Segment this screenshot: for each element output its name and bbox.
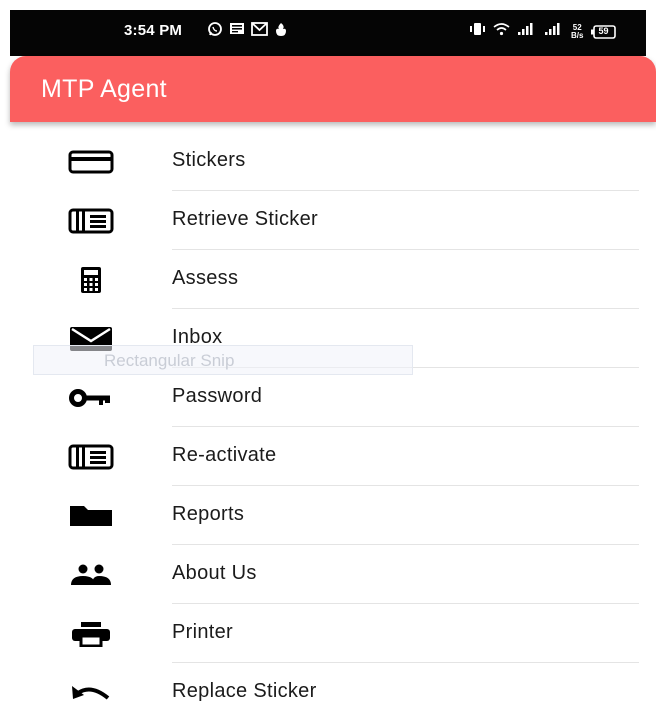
printer-icon [65, 619, 117, 649]
key-icon [65, 383, 117, 413]
menu-item-label: Password [172, 385, 263, 407]
menu-item-label: Reports [172, 503, 245, 525]
app-bar: MTP Agent [10, 56, 656, 122]
signal-1-icon [517, 22, 537, 41]
undo-icon [65, 678, 117, 708]
menu-item-label: Stickers [172, 149, 246, 171]
rectangular-snip-overlay: Rectangular Snip [33, 345, 413, 375]
message-icon [229, 22, 245, 41]
gmail-icon [251, 22, 268, 41]
menu-item-label: Assess [172, 267, 239, 289]
app-title: MTP Agent [41, 75, 167, 103]
speed-unit: B/s [571, 30, 584, 40]
chrome-reader-icon [65, 206, 117, 236]
signal-2-icon [544, 22, 564, 41]
menu-item-password[interactable]: Password [0, 368, 656, 427]
status-notification-icons [207, 21, 288, 42]
folder-icon [65, 501, 117, 531]
wifi-icon [493, 22, 510, 41]
battery-level: 59 [598, 25, 609, 36]
menu-item-printer[interactable]: Printer [0, 604, 656, 663]
menu-item-label: About Us [172, 562, 257, 584]
status-system-icons: 52 B/s 59 [468, 22, 617, 41]
menu-item-re-activate[interactable]: Re-activate [0, 427, 656, 486]
chrome-reader-icon [65, 442, 117, 472]
menu-item-label: Re-activate [172, 444, 277, 466]
menu-item-replace-sticker[interactable]: Replace Sticker [0, 663, 656, 722]
whatsapp-icon [207, 21, 223, 42]
credit-card-icon [65, 147, 117, 177]
menu-item-label: Printer [172, 621, 234, 643]
vibrate-icon [468, 22, 486, 41]
flame-icon [274, 22, 288, 42]
status-time: 3:54 PM [124, 22, 183, 39]
battery-icon: 59 [590, 24, 617, 39]
network-speed: 52 B/s [571, 23, 584, 40]
menu-item-stickers[interactable]: Stickers [0, 132, 656, 191]
navigation-menu: Stickers Retrieve Sticker Assess Inbox P… [0, 132, 656, 722]
menu-item-about-us[interactable]: About Us [0, 545, 656, 604]
menu-item-retrieve-sticker[interactable]: Retrieve Sticker [0, 191, 656, 250]
menu-item-assess[interactable]: Assess [0, 250, 656, 309]
menu-item-label: Replace Sticker [172, 680, 317, 702]
menu-item-reports[interactable]: Reports [0, 486, 656, 545]
calculator-icon [65, 265, 117, 295]
status-bar: 3:54 PM 52 B/s 59 [10, 10, 646, 56]
menu-item-label: Retrieve Sticker [172, 208, 318, 230]
snip-overlay-label: Rectangular Snip [104, 351, 235, 370]
people-icon [65, 560, 117, 590]
